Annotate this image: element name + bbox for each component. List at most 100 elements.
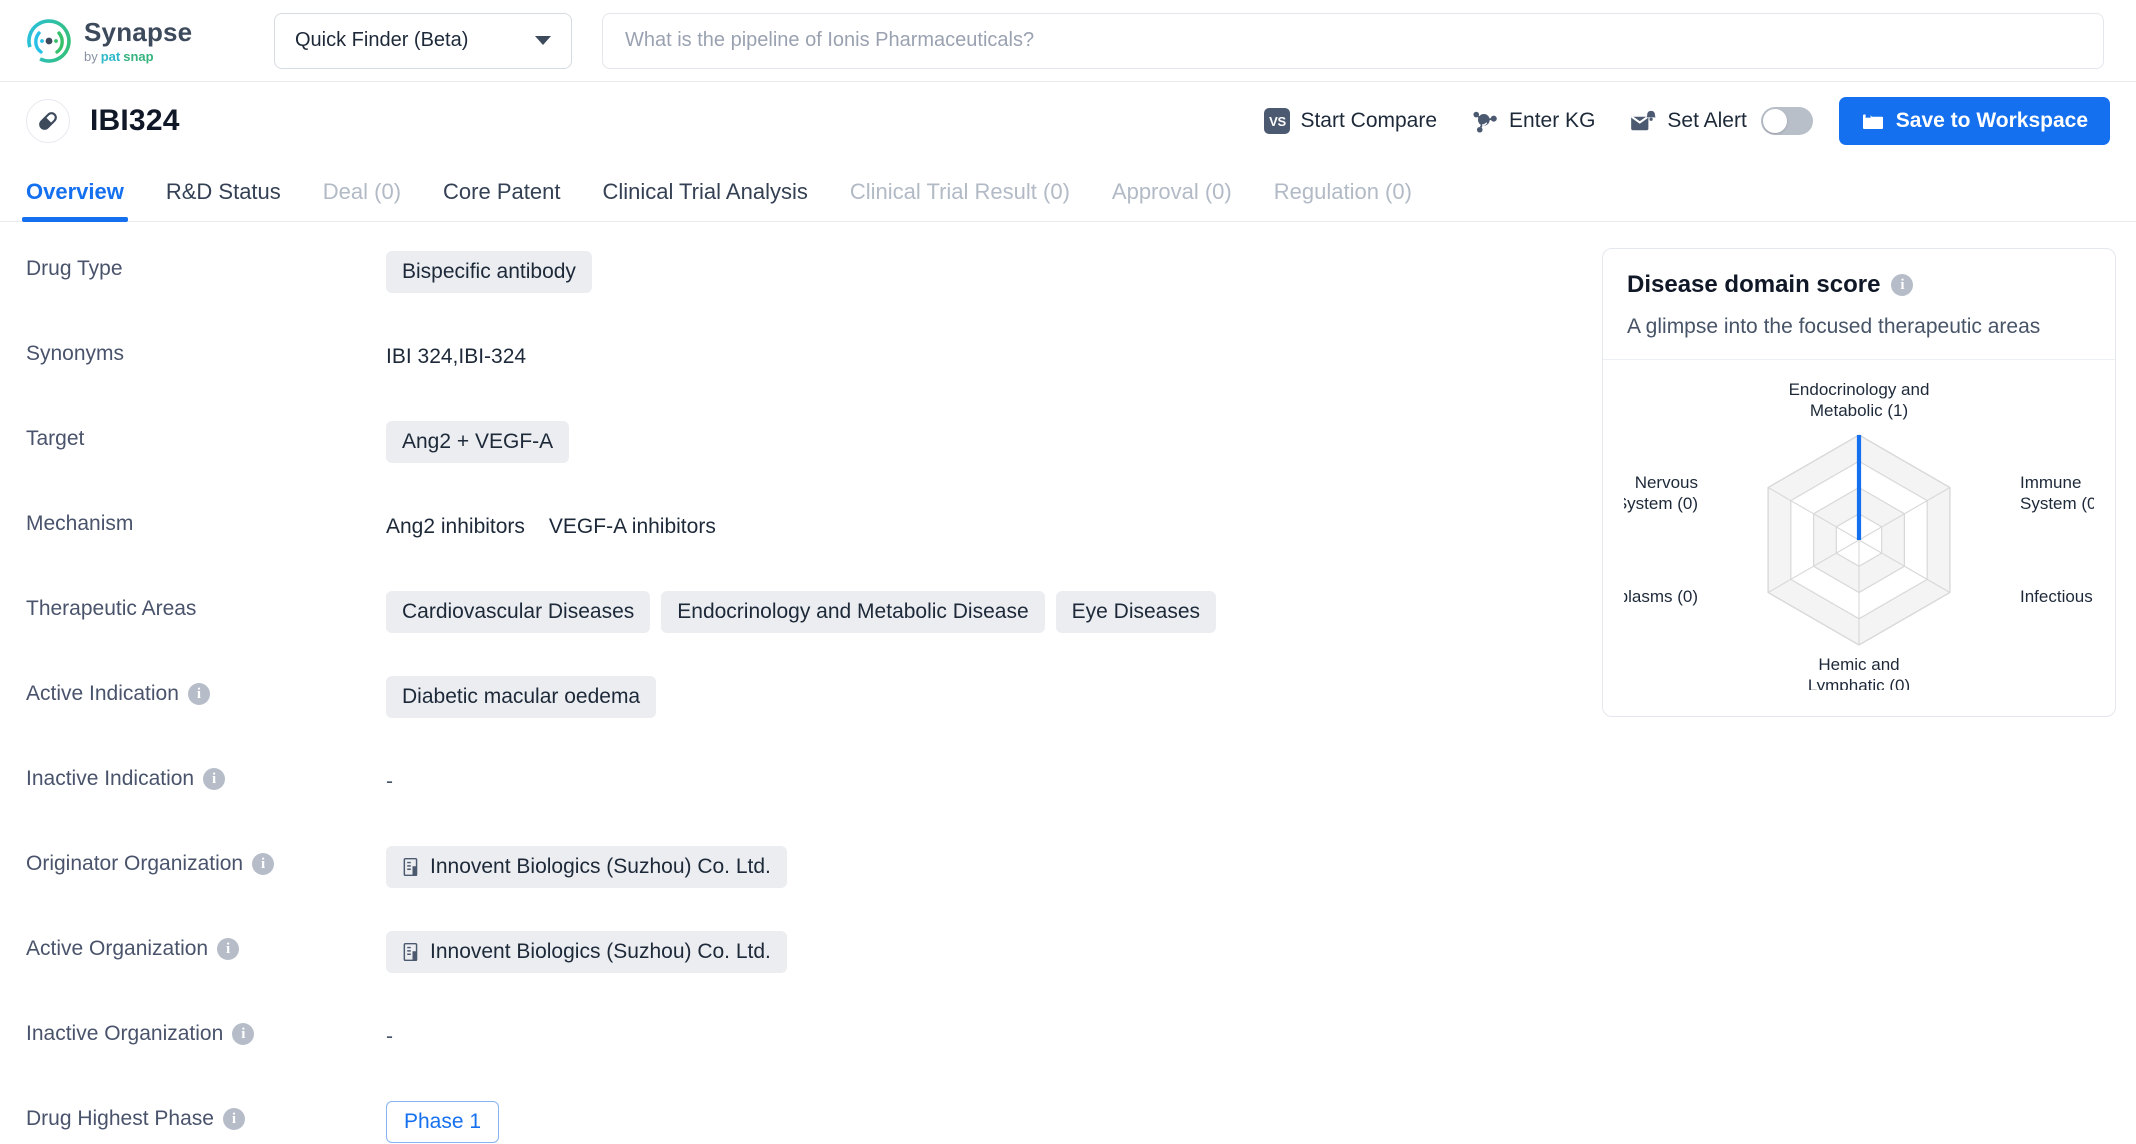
radar-label-neoplasms: Neoplasms (0): [1624, 587, 1698, 606]
tab-deal[interactable]: Deal (0): [323, 179, 401, 221]
row-active-organization: Active Organization i Innovent Biologics…: [26, 928, 1576, 1013]
enter-kg-label: Enter KG: [1509, 109, 1596, 132]
chip-active-organization[interactable]: Innovent Biologics (Suzhou) Co. Ltd.: [386, 931, 787, 973]
label-therapeutic-areas: Therapeutic Areas: [26, 588, 386, 621]
chevron-down-icon: [535, 36, 551, 45]
organization-name: Innovent Biologics (Suzhou) Co. Ltd.: [430, 855, 771, 878]
label-target: Target: [26, 418, 386, 451]
organization-name: Innovent Biologics (Suzhou) Co. Ltd.: [430, 940, 771, 963]
drug-header: IBI324 VS Start Compare Enter KG Set Ale…: [0, 82, 2136, 160]
mechanism-item[interactable]: Ang2 inhibitors: [386, 515, 525, 539]
set-alert-button[interactable]: Set Alert: [1629, 108, 1747, 134]
value-drug-highest-phase: Phase 1: [386, 1098, 500, 1143]
save-to-workspace-button[interactable]: Save to Workspace: [1838, 97, 2110, 145]
label-inactive-indication: Inactive Indication i: [26, 758, 386, 791]
chip-originator-organization[interactable]: Innovent Biologics (Suzhou) Co. Ltd.: [386, 846, 787, 888]
tab-rd-status[interactable]: R&D Status: [166, 179, 281, 221]
info-icon[interactable]: i: [252, 853, 275, 875]
synapse-logo-icon: [26, 18, 72, 64]
row-target: Target Ang2 + VEGF-A: [26, 418, 1576, 503]
start-compare-label: Start Compare: [1300, 109, 1438, 132]
label-inactive-organization: Inactive Organization i: [26, 1013, 386, 1046]
label-synonyms: Synonyms: [26, 333, 386, 366]
info-icon[interactable]: i: [217, 938, 240, 960]
card-header: Disease domain score i A glimpse into th…: [1603, 249, 2115, 360]
info-icon[interactable]: i: [187, 683, 210, 705]
value-mechanism: Ang2 inhibitors VEGF-A inhibitors: [386, 503, 716, 539]
mechanism-item[interactable]: VEGF-A inhibitors: [549, 515, 716, 539]
enter-kg-button[interactable]: Enter KG: [1471, 107, 1595, 135]
value-active-indication: Diabetic macular oedema: [386, 673, 657, 718]
label-text: Therapeutic Areas: [26, 597, 197, 620]
brand-snap: snap: [123, 48, 154, 64]
chip-drug-type[interactable]: Bispecific antibody: [386, 251, 592, 293]
quick-finder-dropdown[interactable]: Quick Finder (Beta): [274, 12, 572, 69]
tab-approval[interactable]: Approval (0): [1112, 179, 1232, 221]
chip-target[interactable]: Ang2 + VEGF-A: [386, 421, 570, 463]
label-active-organization: Active Organization i: [26, 928, 386, 961]
radar-label-immune: Immune: [2020, 473, 2081, 492]
inactive-indication-text: -: [386, 770, 393, 793]
organization-icon: [402, 857, 420, 877]
tab-core-patent[interactable]: Core Patent: [443, 179, 560, 221]
set-alert-toggle[interactable]: [1760, 107, 1813, 135]
chip-therapeutic-area[interactable]: Endocrinology and Metabolic Disease: [661, 591, 1045, 633]
brand-logo-area[interactable]: Synapse by pat snap: [26, 18, 274, 64]
chip-active-indication[interactable]: Diabetic macular oedema: [386, 676, 657, 718]
value-therapeutic-areas: Cardiovascular Diseases Endocrinology an…: [386, 588, 1217, 633]
chip-therapeutic-area[interactable]: Cardiovascular Diseases: [386, 591, 651, 633]
card-title: Disease domain score i: [1627, 271, 2091, 299]
radar-label-endocrinology: Endocrinology and: [1789, 380, 1930, 399]
info-icon[interactable]: i: [203, 768, 226, 790]
label-drug-type: Drug Type: [26, 248, 386, 281]
start-compare-button[interactable]: VS Start Compare: [1264, 108, 1437, 134]
brand-pat: pat: [100, 48, 121, 64]
synonyms-text: IBI 324,IBI-324: [386, 345, 527, 368]
set-alert-label: Set Alert: [1667, 109, 1747, 132]
search-bar[interactable]: [602, 12, 2104, 69]
radar-label-infectious: Infectious (0): [2020, 587, 2094, 606]
tab-overview[interactable]: Overview: [22, 179, 128, 222]
tab-bar: Overview R&D Status Deal (0) Core Patent…: [0, 160, 2136, 222]
pill-capsule-icon: [26, 99, 70, 143]
top-bar: Synapse by pat snap Quick Finder (Beta): [0, 0, 2136, 82]
info-icon[interactable]: i: [222, 1108, 245, 1130]
value-target: Ang2 + VEGF-A: [386, 418, 570, 463]
value-active-organization: Innovent Biologics (Suzhou) Co. Ltd.: [386, 928, 787, 973]
disease-domain-score-card: Disease domain score i A glimpse into th…: [1602, 248, 2116, 717]
label-text: Mechanism: [26, 512, 134, 535]
tab-clinical-trial-result[interactable]: Clinical Trial Result (0): [850, 179, 1070, 221]
tab-regulation[interactable]: Regulation (0): [1274, 179, 1412, 221]
status-badge-phase[interactable]: Phase 1: [386, 1101, 500, 1143]
tab-clinical-trial-analysis[interactable]: Clinical Trial Analysis: [602, 179, 807, 221]
info-icon[interactable]: i: [232, 1023, 255, 1045]
label-text: Active Organization: [26, 937, 209, 960]
card-subtitle: A glimpse into the focused therapeutic a…: [1627, 315, 2041, 338]
page-title: IBI324: [90, 104, 180, 137]
radar-chart: Endocrinology and Metabolic (1) Immune S…: [1603, 360, 2115, 716]
radar-label-immune-2: System (0): [2020, 494, 2094, 513]
label-text: Drug Type: [26, 257, 123, 280]
value-drug-type: Bispecific antibody: [386, 248, 592, 293]
radar-label-nervous-2: System (0): [1624, 494, 1698, 513]
mechanism-list: Ang2 inhibitors VEGF-A inhibitors: [386, 506, 716, 539]
label-text: Originator Organization: [26, 852, 244, 875]
search-input[interactable]: [625, 29, 2081, 52]
brand-tagline: by pat snap: [84, 50, 192, 63]
radar-label-hemic: Hemic and: [1818, 655, 1899, 674]
label-text: Synonyms: [26, 342, 125, 365]
label-text: Inactive Organization: [26, 1022, 224, 1045]
radar-label-hemic-2: Lymphatic (0): [1808, 676, 1910, 690]
label-text: Drug Highest Phase: [26, 1107, 214, 1130]
side-panel: Disease domain score i A glimpse into th…: [1576, 222, 2136, 1144]
row-originator-organization: Originator Organization i Innovent Biolo…: [26, 843, 1576, 928]
knowledge-graph-icon: [1471, 107, 1499, 135]
brand-name: Synapse: [84, 16, 193, 47]
row-drug-type: Drug Type Bispecific antibody: [26, 248, 1576, 333]
info-icon[interactable]: i: [1891, 274, 1914, 296]
row-mechanism: Mechanism Ang2 inhibitors VEGF-A inhibit…: [26, 503, 1576, 588]
chip-therapeutic-area[interactable]: Eye Diseases: [1055, 591, 1217, 633]
inactive-organization-text: -: [386, 1025, 393, 1048]
label-drug-highest-phase: Drug Highest Phase i: [26, 1098, 386, 1131]
row-therapeutic-areas: Therapeutic Areas Cardiovascular Disease…: [26, 588, 1576, 673]
